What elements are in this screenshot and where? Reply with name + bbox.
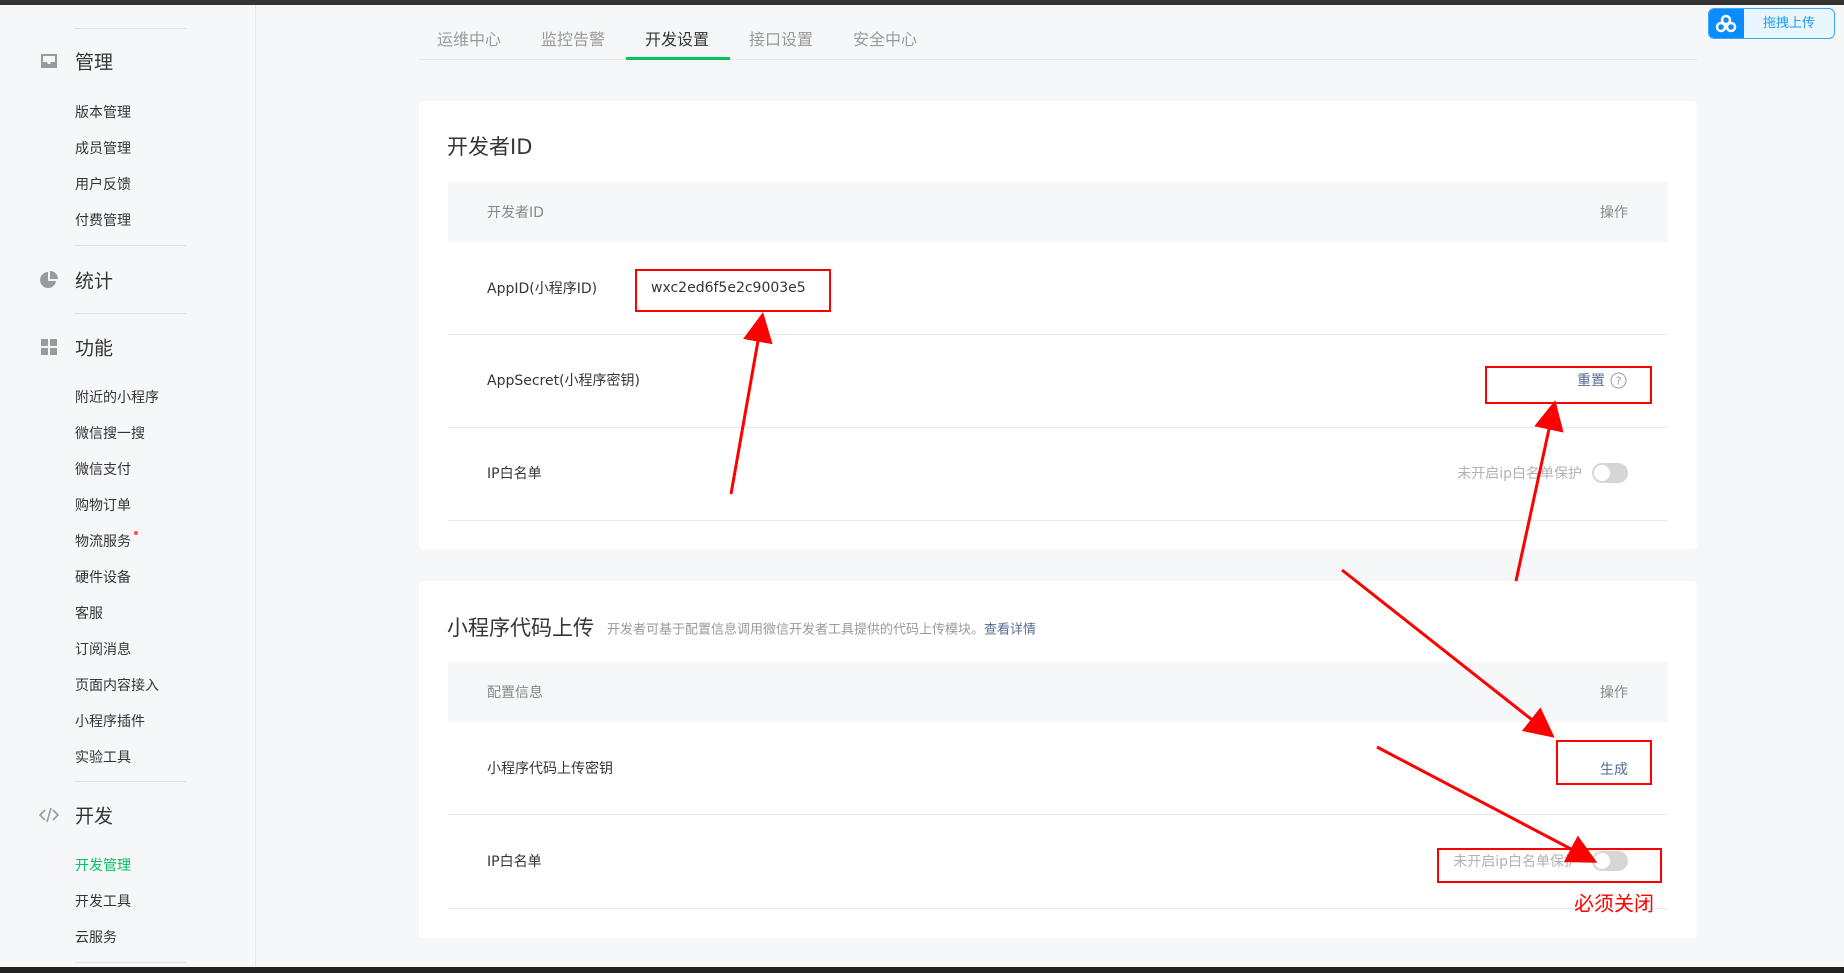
arrow-icon: [1376, 745, 1598, 863]
annotation-arrows: [729, 312, 1598, 863]
arrow-icon: [1514, 400, 1564, 582]
arrow-icon: [729, 312, 773, 495]
window-bottom-bar: [0, 967, 1844, 973]
arrow-icon: [1341, 568, 1555, 738]
